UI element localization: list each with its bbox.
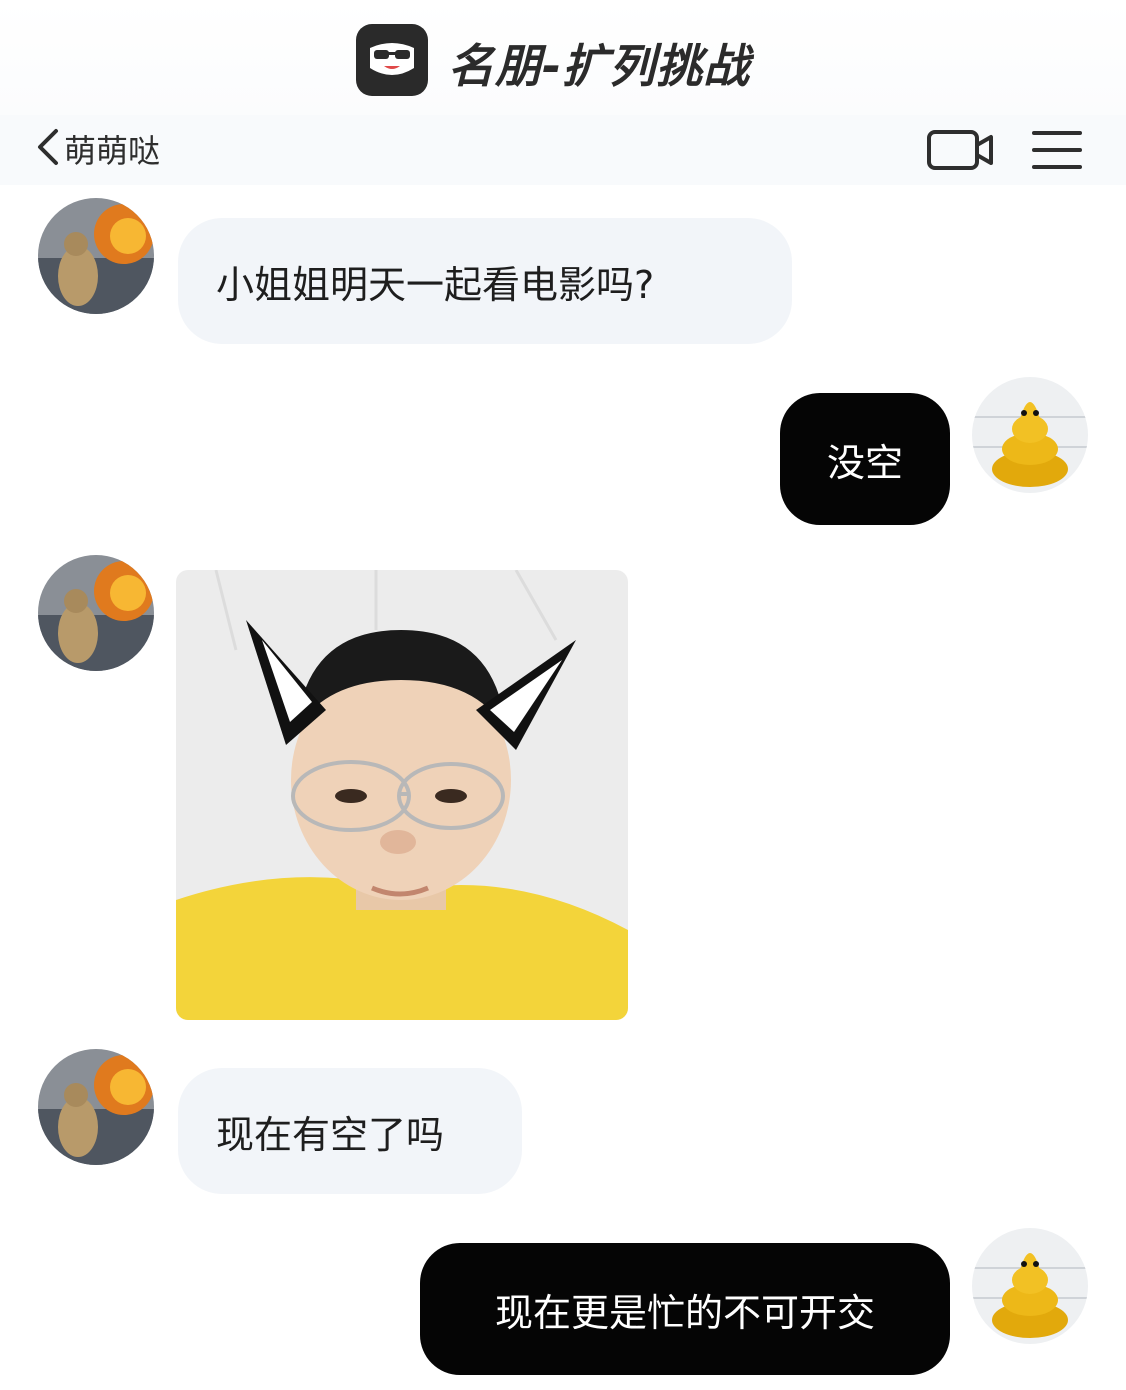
hamburger-menu-icon bbox=[1030, 131, 1084, 179]
sunglasses-face-icon bbox=[356, 24, 428, 96]
message-bubble-incoming[interactable]: 小姐姐明天一起看电影吗? bbox=[178, 218, 792, 344]
contact-avatar[interactable] bbox=[38, 1049, 154, 1165]
message-bubble-incoming[interactable]: 现在有空了吗 bbox=[178, 1068, 522, 1194]
message-text: 现在有空了吗 bbox=[216, 1112, 445, 1157]
chevron-left-icon bbox=[34, 125, 62, 173]
brand-banner: 名朋-扩列挑战 bbox=[0, 0, 1126, 115]
more-menu-button[interactable] bbox=[1030, 125, 1084, 175]
message-bubble-outgoing[interactable]: 现在更是忙的不可开交 bbox=[420, 1243, 950, 1375]
video-call-button[interactable] bbox=[924, 125, 996, 175]
video-camera-icon bbox=[924, 130, 996, 179]
message-text: 没空 bbox=[826, 440, 903, 485]
brand-title: 名朋-扩列挑战 bbox=[448, 39, 751, 93]
back-button[interactable]: 萌萌哒 bbox=[34, 125, 160, 173]
message-text: 现在更是忙的不可开交 bbox=[494, 1290, 875, 1335]
contact-avatar[interactable] bbox=[38, 198, 154, 314]
user-avatar[interactable] bbox=[972, 1228, 1088, 1344]
contact-avatar[interactable] bbox=[38, 555, 154, 671]
image-message[interactable] bbox=[176, 570, 628, 1020]
message-bubble-outgoing[interactable]: 没空 bbox=[780, 393, 950, 525]
user-avatar[interactable] bbox=[972, 377, 1088, 493]
chat-nav-bar: 萌萌哒 bbox=[0, 115, 1126, 185]
message-text: 小姐姐明天一起看电影吗? bbox=[216, 262, 655, 307]
contact-name: 萌萌哒 bbox=[64, 132, 161, 170]
